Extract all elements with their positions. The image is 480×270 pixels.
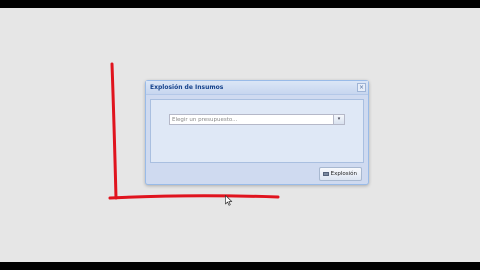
video-letterbox-bottom — [0, 262, 480, 270]
budget-input[interactable] — [172, 116, 332, 124]
dialog-header[interactable]: Explosión de Insumos × — [146, 81, 368, 95]
chevron-down-icon[interactable]: ▾ — [333, 115, 344, 124]
video-letterbox-top — [0, 0, 480, 8]
mouse-pointer-icon — [225, 195, 233, 206]
annotation-horizontal-stroke — [108, 194, 280, 200]
close-icon[interactable]: × — [357, 83, 366, 92]
dialog-title: Explosión de Insumos — [150, 84, 224, 91]
dialog-body: ▾ — [150, 99, 364, 163]
annotation-vertical-stroke — [110, 62, 118, 200]
explosion-button[interactable]: Explosión — [318, 167, 362, 181]
explosion-dialog: Explosión de Insumos × ▾ Explosión — [145, 80, 369, 185]
budget-combo[interactable]: ▾ — [169, 114, 345, 125]
table-icon — [322, 172, 329, 176]
explosion-button-label: Explosión — [330, 171, 357, 177]
